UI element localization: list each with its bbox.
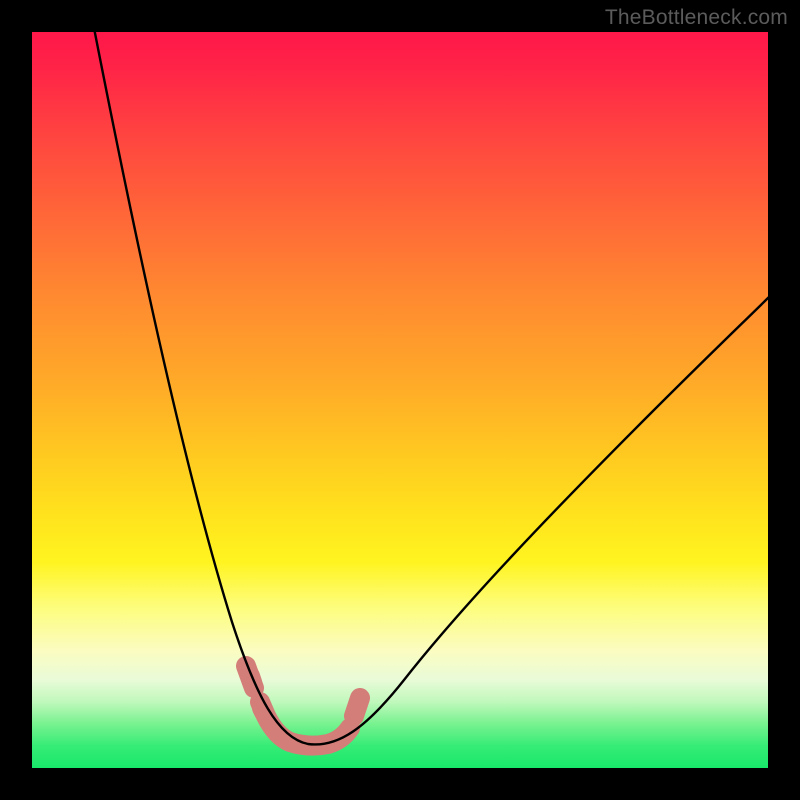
branding-watermark: TheBottleneck.com <box>605 6 788 30</box>
plot-area <box>32 32 768 768</box>
bottleneck-curve <box>94 28 772 744</box>
chart-svg <box>32 32 768 768</box>
chart-frame: TheBottleneck.com <box>0 0 800 800</box>
